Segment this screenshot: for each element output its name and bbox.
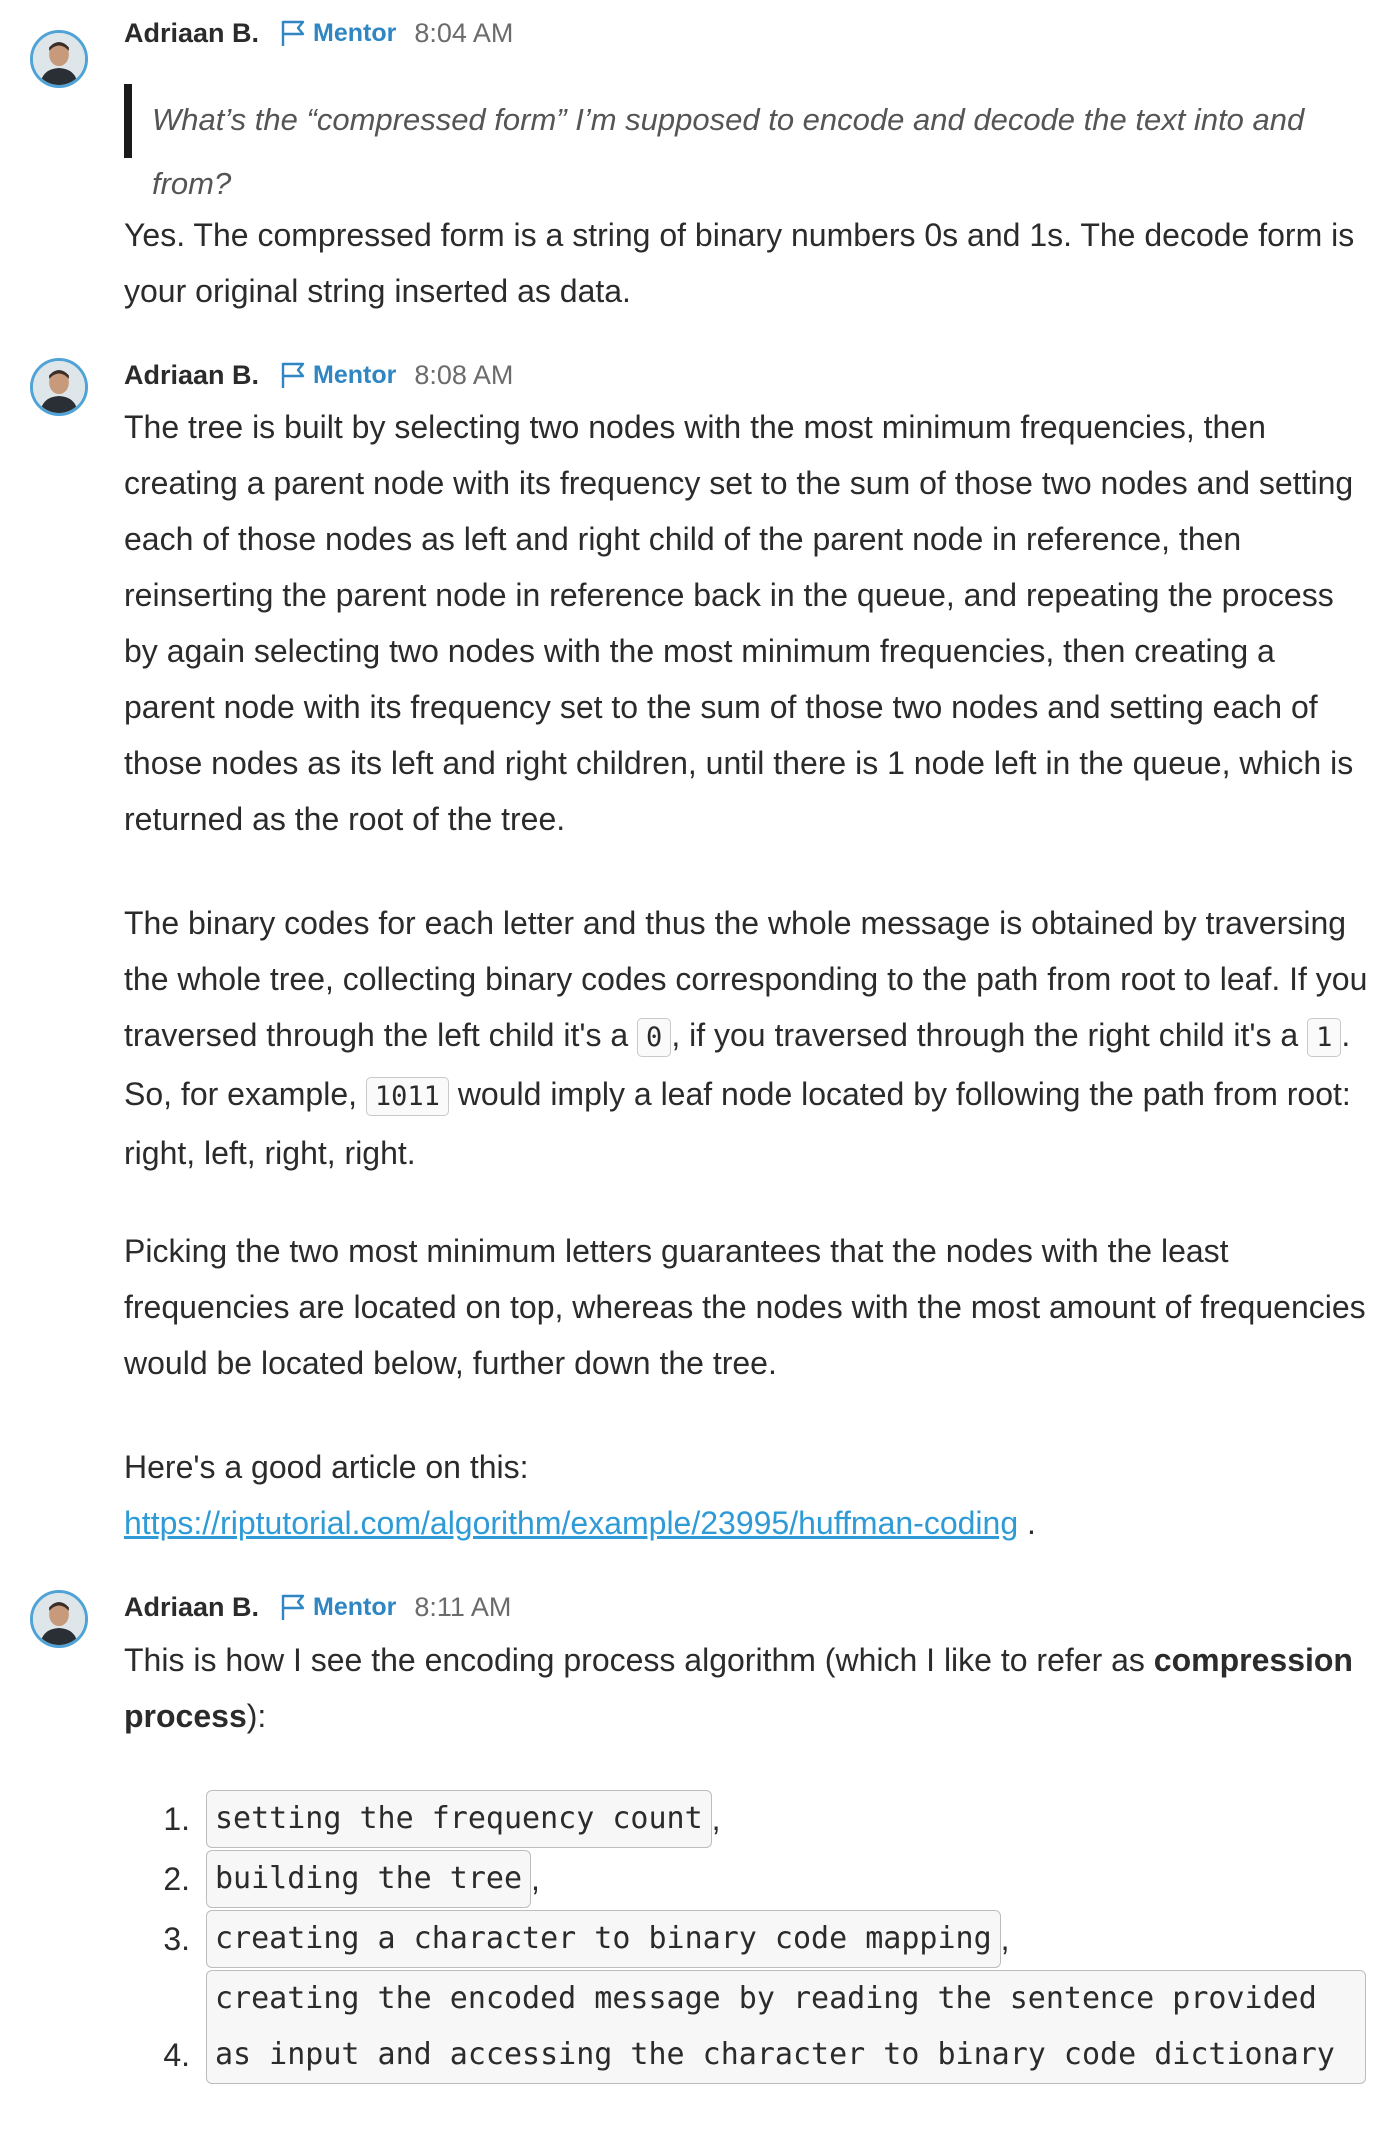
- role-badge: Mentor: [313, 1592, 397, 1621]
- message-intro: This is how I see the encoding process a…: [124, 1632, 1374, 1744]
- inline-code: 1011: [365, 1077, 449, 1116]
- article-link[interactable]: https://riptutorial.com/algorithm/exampl…: [124, 1505, 1018, 1541]
- text-run: , if you traversed through the right chi…: [671, 1017, 1308, 1053]
- flag-icon: [277, 1591, 309, 1623]
- step-code: building the tree: [206, 1850, 532, 1908]
- message-body: Yes. The compressed form is a string of …: [124, 217, 1355, 309]
- step-code: creating a character to binary code mapp…: [206, 1910, 1001, 1968]
- list-number: 1.: [163, 1801, 190, 1837]
- author-name[interactable]: Adriaan B.: [124, 18, 259, 49]
- timestamp[interactable]: 8:04 AM: [414, 18, 513, 49]
- message-paragraph-2: The binary codes for each letter and thu…: [124, 895, 1374, 1181]
- avatar-icon: [33, 361, 85, 413]
- message-header: Adriaan B. Mentor 8:04 AM: [124, 13, 513, 53]
- list-item: 3. creating a character to binary code m…: [124, 1910, 1384, 1968]
- role-badge: Mentor: [313, 360, 397, 389]
- message-header: Adriaan B. Mentor 8:08 AM: [124, 355, 513, 395]
- list-number: 2.: [163, 1861, 190, 1897]
- message-header: Adriaan B. Mentor 8:11 AM: [124, 1587, 511, 1627]
- text-run: This is how I see the encoding process a…: [124, 1642, 1154, 1678]
- message-paragraph-4: Here's a good article on this: https://r…: [124, 1439, 1374, 1551]
- author-avatar[interactable]: [30, 358, 88, 416]
- inline-code: 1: [1307, 1018, 1342, 1057]
- text-run: Here's a good article on this:: [124, 1449, 529, 1485]
- text-run: ):: [246, 1698, 267, 1734]
- blockquote: What’s the “compressed form” I’m suppose…: [124, 84, 1374, 201]
- list-item: 1. setting the frequency count ,: [124, 1790, 1384, 1848]
- list-number: 3.: [163, 1921, 190, 1957]
- text-run: ,: [711, 1801, 721, 1837]
- avatar-icon: [33, 33, 85, 85]
- author-name[interactable]: Adriaan B.: [124, 1592, 259, 1623]
- list-item: 4. creating the encoded message by readi…: [124, 1970, 1384, 2084]
- timestamp[interactable]: 8:11 AM: [414, 1592, 511, 1623]
- author-avatar[interactable]: [30, 30, 88, 88]
- list-number: 4.: [163, 2037, 190, 2073]
- author-name[interactable]: Adriaan B.: [124, 360, 259, 391]
- message-paragraph-3: Picking the two most minimum letters gua…: [124, 1233, 1366, 1381]
- author-avatar[interactable]: [30, 1590, 88, 1648]
- timestamp[interactable]: 8:08 AM: [414, 360, 513, 391]
- text-run: ,: [531, 1861, 540, 1897]
- step-code: setting the frequency count: [206, 1790, 712, 1848]
- text-run: ,: [1000, 1921, 1010, 1957]
- text-run: .: [1018, 1505, 1036, 1541]
- flag-icon: [277, 17, 309, 49]
- list-item: 2. building the tree ,: [124, 1850, 1384, 1908]
- flag-icon: [277, 359, 309, 391]
- avatar-icon: [33, 1593, 85, 1645]
- step-code: creating the encoded message by reading …: [206, 1970, 1366, 2084]
- inline-code: 0: [637, 1018, 672, 1057]
- message-paragraph-1: The tree is built by selecting two nodes…: [124, 409, 1354, 837]
- role-badge: Mentor: [313, 18, 397, 47]
